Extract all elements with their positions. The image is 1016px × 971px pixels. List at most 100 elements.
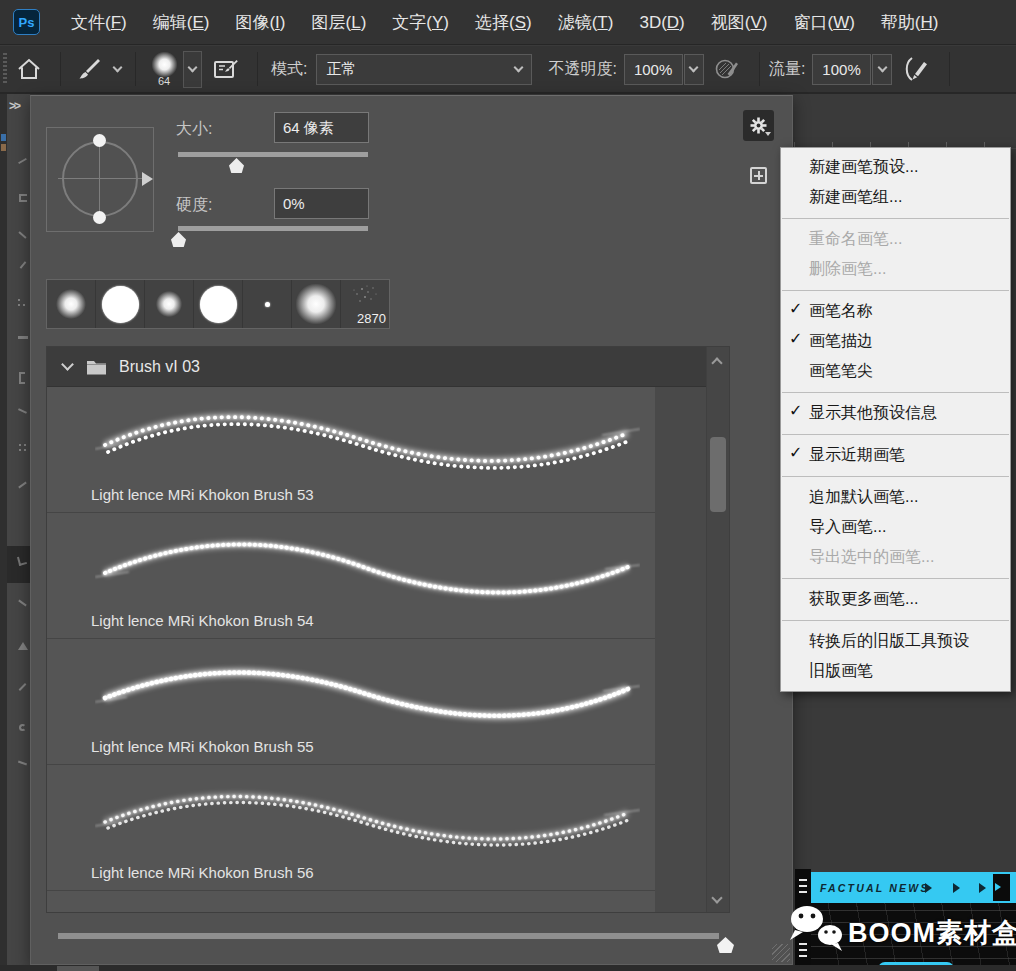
tool-strip[interactable]: >>: [0, 94, 30, 965]
brush-panel-icon: [212, 56, 239, 82]
hardness-input[interactable]: 0%: [274, 188, 369, 219]
preview-size-slider-thumb[interactable]: [717, 937, 734, 953]
brush-preset-picker-button[interactable]: [183, 51, 202, 88]
menu-bar: Ps 文件(F) 编辑(E) 图像(I) 图层(L) 文字(Y) 选择(S) 滤…: [0, 0, 1016, 45]
size-input[interactable]: 64 像素: [274, 112, 369, 143]
brush-preset-panel: 大小: 64 像素 硬度: 0% 2870 Brush vI 03: [30, 95, 793, 965]
angle-arrow-icon[interactable]: [142, 172, 153, 186]
collapsed-panel-edge: [0, 94, 7, 965]
menu-file[interactable]: 文件(F): [58, 0, 140, 45]
menu-item-legacy-brushes[interactable]: 旧版画笔: [781, 656, 1010, 686]
angle-circle: [62, 141, 138, 217]
checkmark-icon: ✓: [789, 401, 802, 420]
brush-item[interactable]: Light lence MRi Khokon Brush 54: [47, 513, 655, 639]
menu-help[interactable]: 帮助(H): [868, 0, 952, 45]
flow-value: 100%: [822, 61, 860, 78]
menu-layer[interactable]: 图层(L): [299, 0, 380, 45]
brush-folder-header[interactable]: Brush vI 03: [47, 347, 707, 387]
divider: [257, 52, 258, 86]
recent-brush-scatter[interactable]: 2870: [341, 280, 389, 328]
photoshop-logo: Ps: [13, 9, 40, 35]
status-bar-sliver: [57, 966, 99, 971]
vertical-scrollbar[interactable]: [706, 347, 729, 912]
banner-news-bar: FACTUAL NEWS: [811, 872, 1016, 903]
menu-item-show-preset-info[interactable]: ✓显示其他预设信息: [781, 398, 1010, 428]
brush-name: Light lence MRi Khokon Brush 53: [91, 486, 314, 503]
recent-brush-soft-large[interactable]: [292, 280, 340, 328]
menu-3d[interactable]: 3D(D): [626, 0, 697, 45]
flow-dropdown-button[interactable]: [872, 54, 892, 85]
opacity-value-box[interactable]: 100%: [624, 54, 683, 85]
size-label: 大小:: [176, 119, 212, 140]
opacity-dropdown-button[interactable]: [684, 54, 704, 85]
menu-window[interactable]: 窗口(W): [780, 0, 867, 45]
brush-item[interactable]: Light lence MRi Khokon Brush 56: [47, 765, 655, 891]
menu-separator: [782, 620, 1009, 621]
brush-item-partial[interactable]: [47, 891, 655, 913]
recent-brush-hard-round[interactable]: [96, 280, 144, 328]
panel-sliver: [1, 144, 6, 151]
recent-brush-soft-round[interactable]: [145, 280, 193, 328]
opacity-value: 100%: [634, 61, 672, 78]
menu-view[interactable]: 视图(V): [698, 0, 781, 45]
brush-preset-preview[interactable]: 64: [145, 51, 183, 87]
menu-item-delete-brush: 删除画笔...: [781, 254, 1010, 284]
menu-separator: [782, 218, 1009, 219]
toggle-brush-settings-button[interactable]: [202, 56, 248, 82]
brush-icon: [76, 56, 102, 82]
menu-item-new-brush-group[interactable]: 新建画笔组...: [781, 182, 1010, 212]
preview-size-slider-track[interactable]: [58, 933, 719, 939]
flow-value-box[interactable]: 100%: [812, 54, 871, 85]
menu-item-import-brushes[interactable]: 导入画笔...: [781, 512, 1010, 542]
menu-item-converted-legacy-presets[interactable]: 转换后的旧版工具预设: [781, 626, 1010, 656]
brush-tool-button[interactable]: [70, 56, 108, 82]
folder-collapse-chevron-icon[interactable]: [61, 358, 74, 371]
flow-label: 流量:: [769, 59, 805, 80]
scroll-down-icon[interactable]: [711, 892, 722, 903]
size-slider-track[interactable]: [178, 152, 368, 157]
menu-type[interactable]: 文字(Y): [379, 0, 462, 45]
divider: [949, 52, 950, 86]
brush-angle-control[interactable]: [46, 127, 154, 232]
create-new-brush-button[interactable]: [750, 167, 767, 184]
menu-item-append-default[interactable]: 追加默认画笔...: [781, 482, 1010, 512]
airbrush-button[interactable]: [892, 55, 940, 83]
angle-handle-bottom[interactable]: [93, 211, 106, 224]
menu-edit[interactable]: 编辑(E): [140, 0, 223, 45]
menu-item-brush-name[interactable]: ✓画笔名称: [781, 296, 1010, 326]
menu-items: 文件(F) 编辑(E) 图像(I) 图层(L) 文字(Y) 选择(S) 滤镜(T…: [58, 0, 951, 45]
blend-mode-value: 正常: [326, 60, 356, 79]
menu-filter[interactable]: 滤镜(T): [545, 0, 627, 45]
menu-separator: [782, 476, 1009, 477]
brush-tool-dropdown[interactable]: [108, 68, 126, 71]
menu-separator: [782, 434, 1009, 435]
recent-brush-soft-round[interactable]: [47, 280, 95, 328]
hardness-slider-thumb[interactable]: [171, 232, 186, 247]
home-button[interactable]: [7, 56, 51, 82]
pressure-opacity-button[interactable]: [704, 55, 750, 83]
angle-handle-top[interactable]: [93, 134, 106, 147]
brush-item[interactable]: Light lence MRi Khokon Brush 55: [47, 639, 655, 765]
expand-tools-icon[interactable]: >>: [9, 99, 19, 113]
menu-image[interactable]: 图像(I): [222, 0, 298, 45]
scroll-up-icon[interactable]: [711, 357, 722, 368]
checkmark-icon: ✓: [789, 443, 802, 462]
menu-select[interactable]: 选择(S): [462, 0, 545, 45]
scrollbar-thumb[interactable]: [710, 437, 726, 512]
preset-info-column: [655, 387, 707, 912]
menu-item-export-selected: 导出选中的画笔...: [781, 542, 1010, 572]
size-slider-thumb[interactable]: [229, 158, 244, 173]
recent-brush-small-dot[interactable]: [243, 280, 291, 328]
menu-item-get-more-brushes[interactable]: 获取更多画笔...: [781, 584, 1010, 614]
hardness-slider-track[interactable]: [178, 226, 368, 231]
menu-item-new-brush-preset[interactable]: 新建画笔预设...: [781, 152, 1010, 182]
banner-title: BOOM素材盒: [848, 915, 1016, 951]
menu-item-brush-stroke[interactable]: ✓画笔描边: [781, 326, 1010, 356]
panel-settings-button[interactable]: [743, 110, 774, 141]
brush-item[interactable]: Light lence MRi Khokon Brush 53: [47, 387, 655, 513]
blend-mode-select[interactable]: 正常: [316, 54, 532, 85]
menu-item-brush-tip[interactable]: 画笔笔尖: [781, 356, 1010, 386]
recent-brush-hard-round[interactable]: [194, 280, 242, 328]
opacity-label: 不透明度:: [548, 59, 616, 80]
menu-item-show-recent[interactable]: ✓显示近期画笔: [781, 440, 1010, 470]
